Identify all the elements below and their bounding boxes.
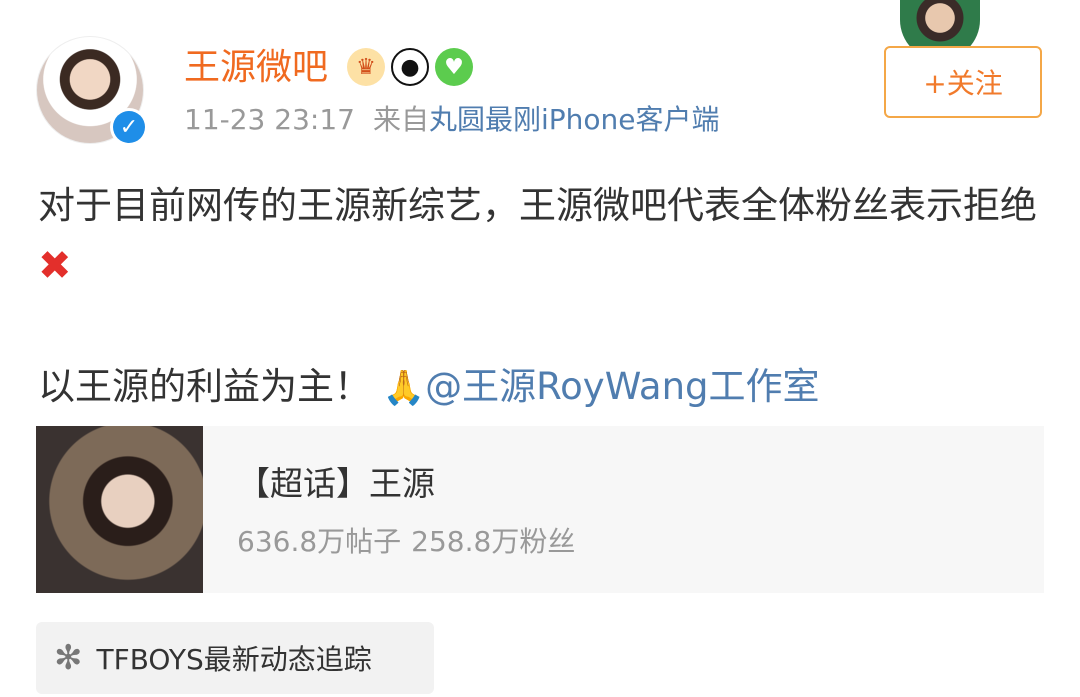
verified-check-icon: ✓	[113, 111, 145, 143]
post-text-2: 以王源的利益为主！	[38, 365, 371, 408]
post-line-1: 对于目前网传的王源新综艺，王源微吧代表全体粉丝表示拒绝 ✖	[38, 176, 1048, 297]
topic-fans: 258.8万粉丝	[411, 525, 576, 558]
user-avatar[interactable]: ✓	[36, 36, 148, 146]
follow-button[interactable]: +关注	[884, 46, 1042, 118]
source-prefix: 来自	[372, 103, 429, 136]
x-mark-icon: ✖	[38, 243, 72, 289]
topic-info: 【超话】王源 636.8万帖子 258.8万粉丝	[203, 426, 575, 593]
post-meta: 11-23 23:17 来自丸圆最刚iPhone客户端	[184, 102, 719, 138]
verified-badge: ✓	[110, 108, 148, 146]
post-text-1: 对于目前网传的王源新综艺，王源微吧代表全体粉丝表示拒绝	[38, 184, 1037, 227]
topic-posts: 636.8万帖子	[237, 525, 402, 558]
source-link[interactable]: 丸圆最刚iPhone客户端	[429, 103, 720, 136]
topic-stats: 636.8万帖子 258.8万粉丝	[237, 524, 575, 560]
crown-icon[interactable]: ♛	[347, 48, 385, 86]
user-name[interactable]: 王源微吧	[184, 46, 328, 90]
post-time: 11-23 23:17	[184, 103, 355, 136]
footer-tag[interactable]: ✻ TFBOYS最新动态追踪	[36, 622, 434, 694]
post-line-2: 以王源的利益为主！ 🙏@王源RoyWang工作室	[38, 357, 1048, 418]
topic-title: 【超话】王源	[237, 464, 435, 503]
panda-icon[interactable]: ●	[391, 48, 429, 86]
heart-icon[interactable]: ♥	[435, 48, 473, 86]
mention-link[interactable]: @王源RoyWang工作室	[425, 365, 819, 408]
topic-thumbnail	[36, 426, 203, 593]
hands-icon: 🙏	[382, 368, 426, 408]
dots-loader-icon: ✻	[54, 638, 83, 678]
user-badges: ♛ ● ♥	[347, 48, 473, 86]
topic-card[interactable]: 【超话】王源 636.8万帖子 258.8万粉丝	[36, 426, 1044, 593]
footer-tag-label: TFBOYS最新动态追踪	[96, 643, 372, 676]
post-body: 对于目前网传的王源新综艺，王源微吧代表全体粉丝表示拒绝 ✖ 以王源的利益为主！ 🙏…	[38, 176, 1048, 418]
